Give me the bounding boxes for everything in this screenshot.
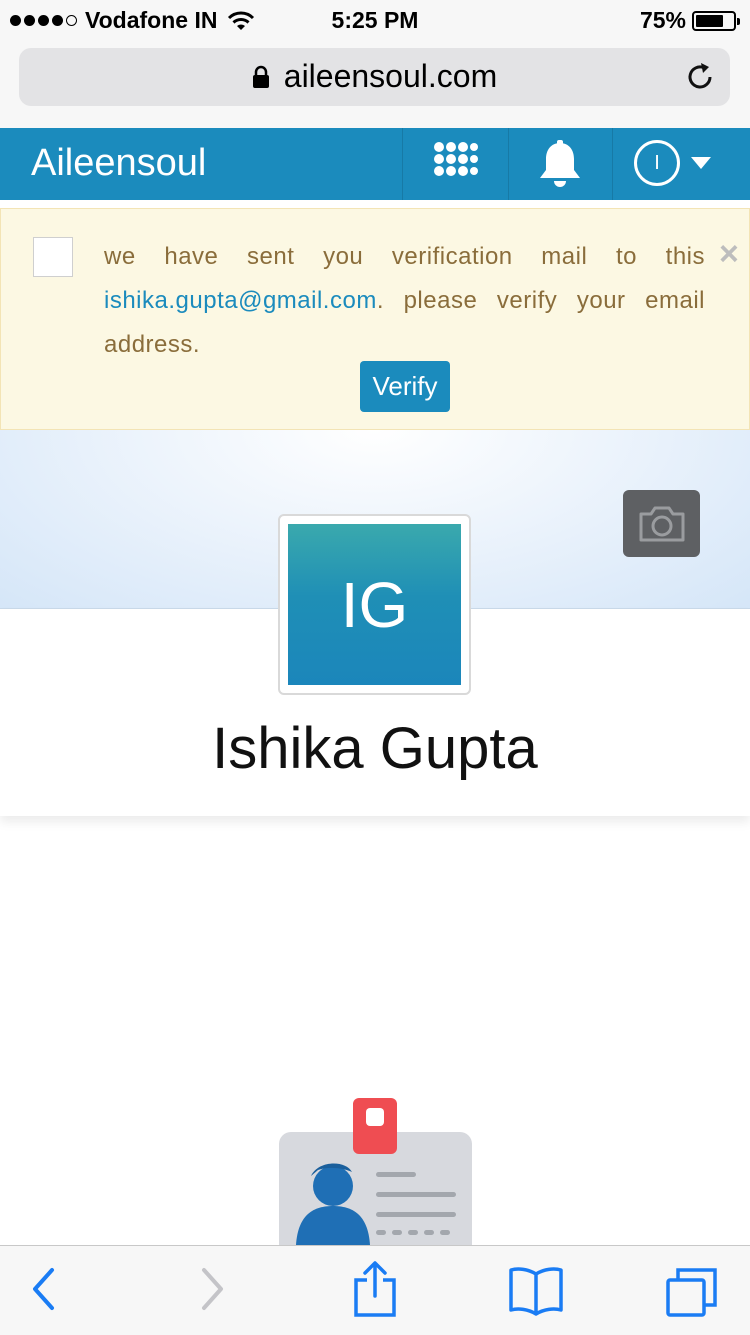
battery-percent: 75%: [639, 7, 686, 33]
user-menu[interactable]: I: [634, 140, 712, 186]
url-text: aileensoul.com: [283, 58, 498, 94]
browser-toolbar: [0, 1245, 750, 1335]
clock: 5:25 PM: [331, 7, 419, 33]
alert-message: we have sent you verification mail to th…: [104, 235, 705, 367]
verification-alert: we have sent you verification mail to th…: [0, 208, 750, 430]
id-card-icon: [279, 1098, 472, 1245]
caret-down-icon: [691, 157, 711, 169]
verify-button[interactable]: Verify: [360, 361, 450, 412]
app-navbar: Aileensoul I: [0, 128, 750, 200]
alert-email[interactable]: ishika.gupta@gmail.com: [104, 287, 377, 314]
change-cover-button[interactable]: [623, 490, 700, 557]
profile-initials: IG: [288, 524, 461, 685]
battery-icon: [692, 10, 740, 31]
avatar: I: [634, 140, 680, 186]
alert-checkbox[interactable]: [33, 237, 73, 277]
reload-icon[interactable]: [684, 61, 716, 93]
profile-picture[interactable]: IG: [278, 514, 471, 695]
battery-level: [696, 14, 723, 27]
camera-icon: [639, 506, 684, 541]
close-icon[interactable]: ×: [719, 237, 739, 271]
status-bar: Vodafone IN 5:25 PM 75%: [0, 0, 750, 40]
browser-address-bar: aileensoul.com: [0, 40, 750, 129]
alert-text-before: we have sent you verification mail to th…: [104, 243, 705, 270]
back-icon[interactable]: [28, 1266, 60, 1312]
apps-grid-icon[interactable]: [432, 140, 478, 186]
battery-group: 75%: [639, 7, 740, 34]
bookmarks-icon[interactable]: [508, 1266, 564, 1316]
profile-name: Ishika Gupta: [212, 716, 538, 781]
url-field[interactable]: aileensoul.com: [19, 48, 730, 106]
bell-icon[interactable]: [537, 140, 583, 190]
tabs-icon[interactable]: [664, 1266, 720, 1318]
brand-logo[interactable]: Aileensoul: [31, 142, 206, 185]
forward-icon[interactable]: [196, 1266, 228, 1312]
share-icon[interactable]: [352, 1260, 398, 1318]
lock-icon: [252, 65, 269, 88]
